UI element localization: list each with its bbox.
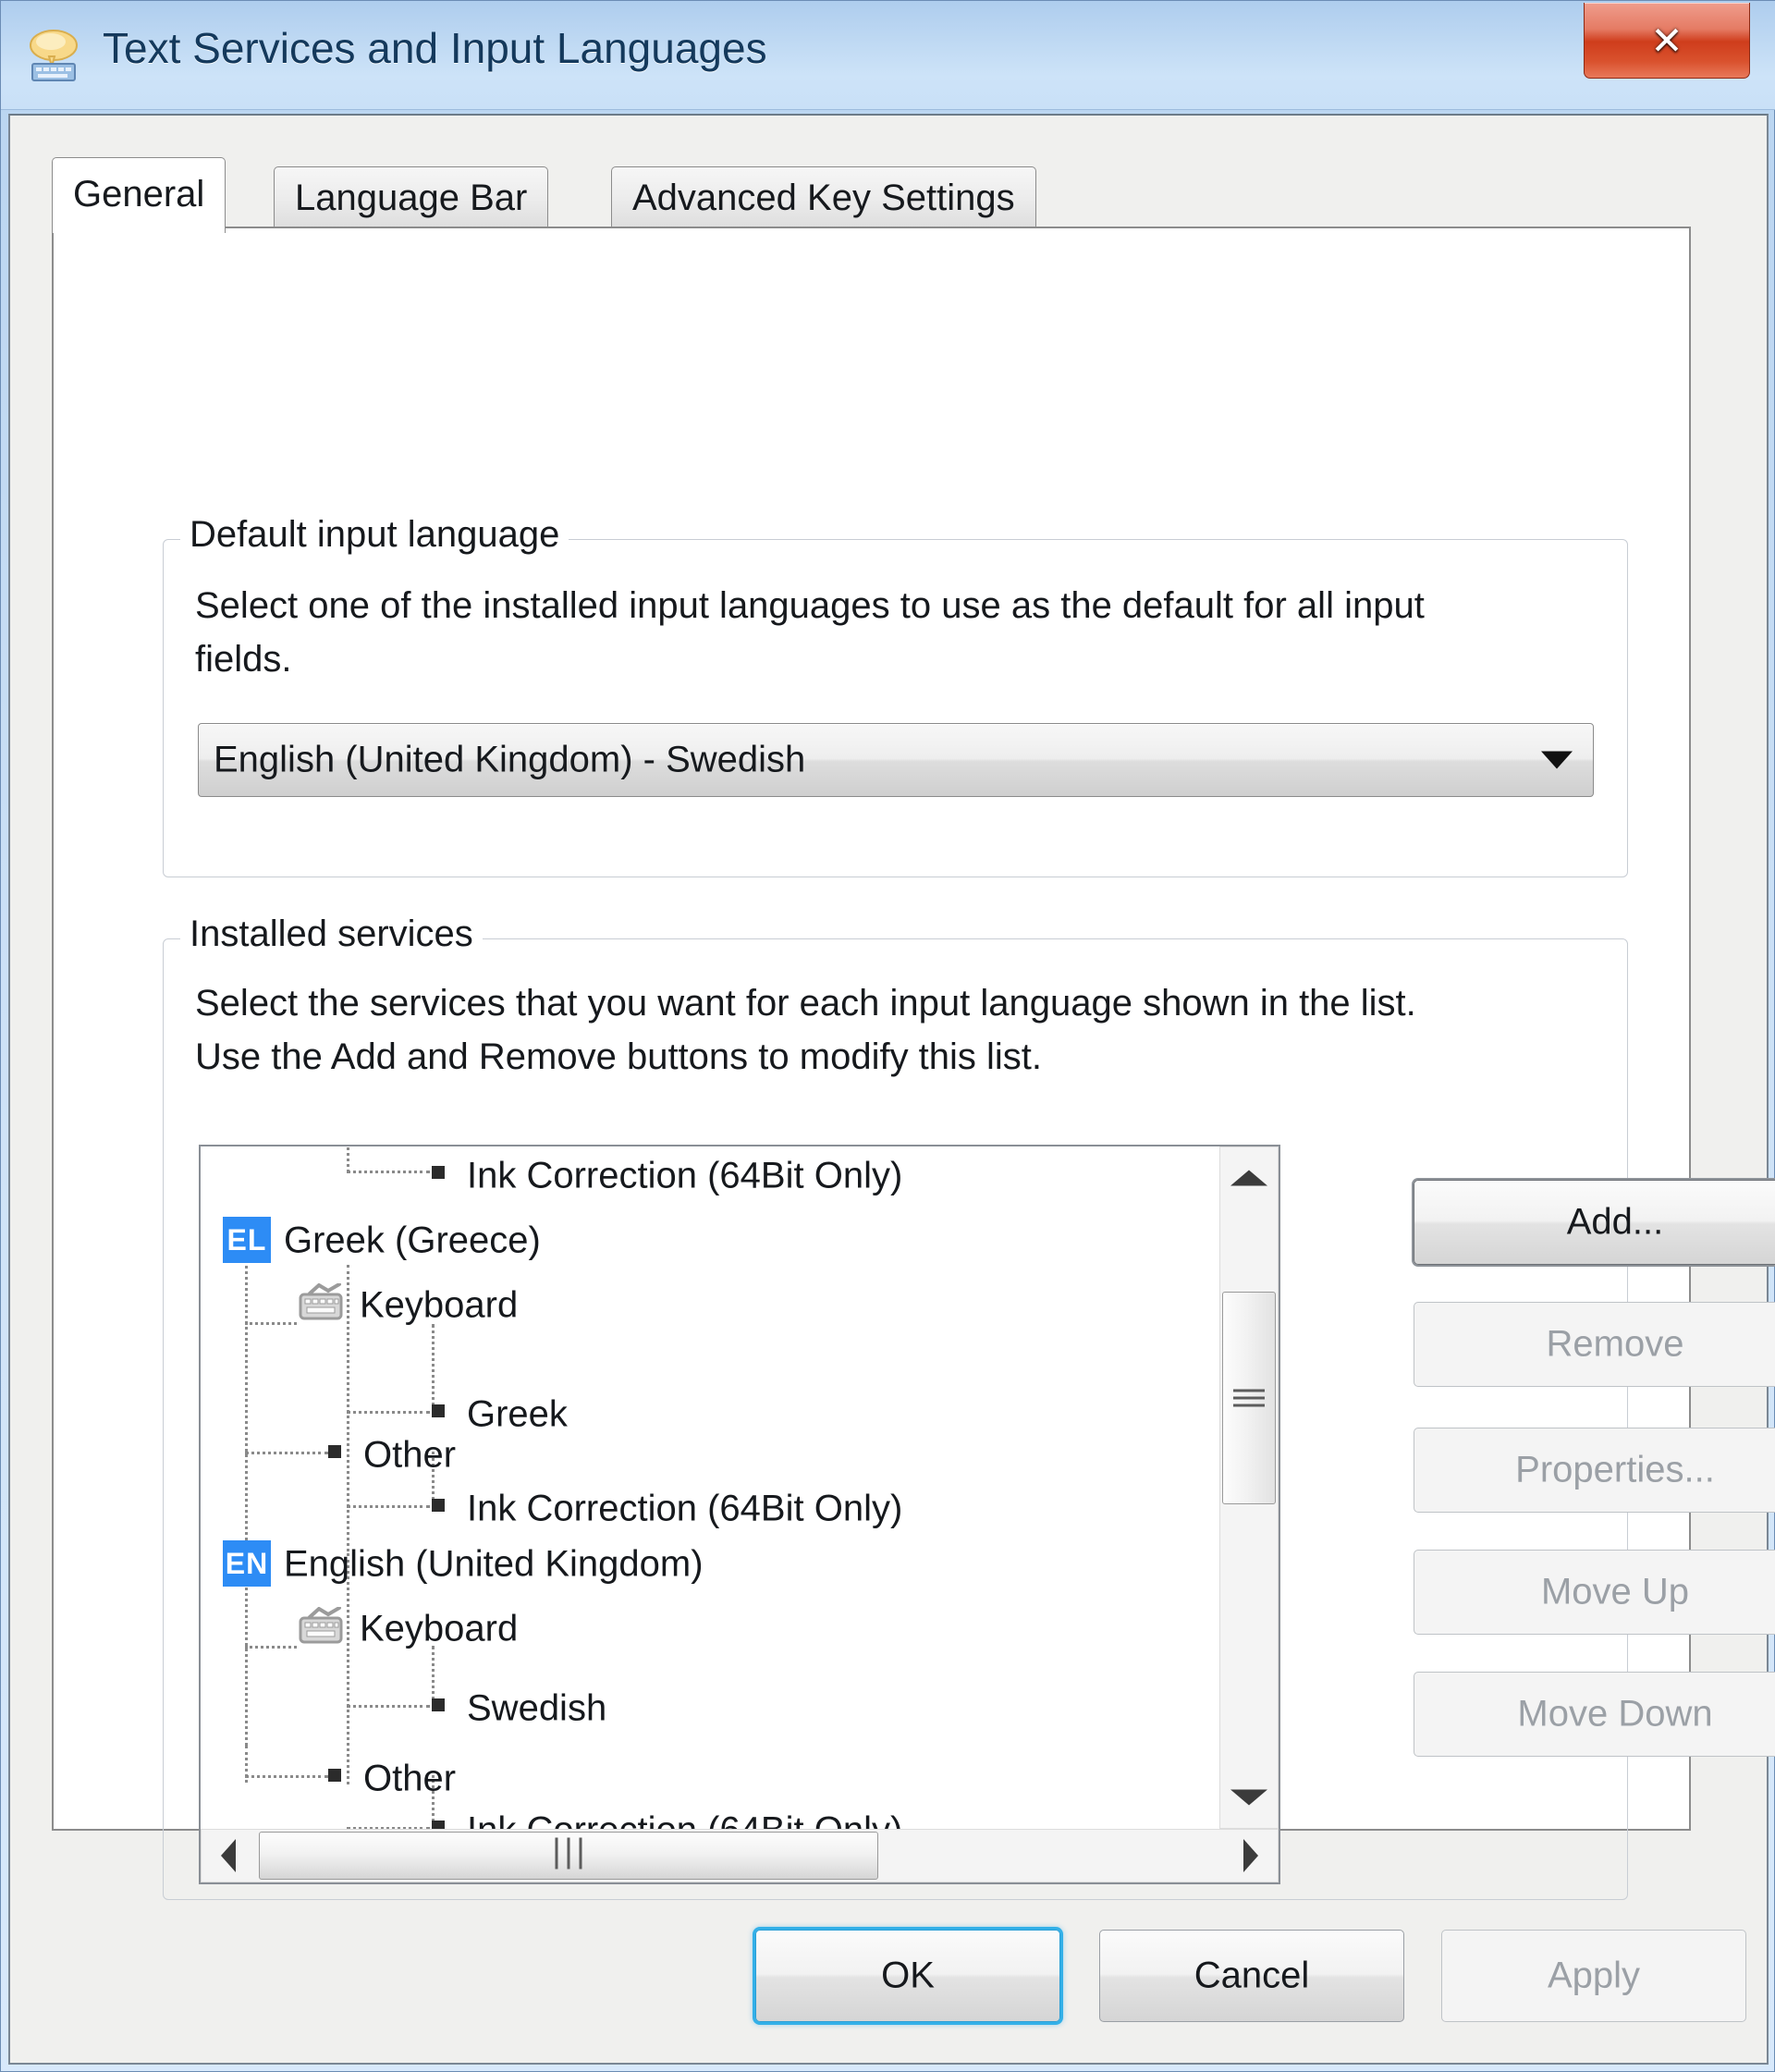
tree-connector (245, 1775, 328, 1778)
bullet-icon (432, 1499, 445, 1513)
ok-button[interactable]: OK (755, 1930, 1060, 2022)
remove-button[interactable]: Remove (1414, 1302, 1775, 1387)
default-language-combobox[interactable]: English (United Kingdom) - Swedish (198, 723, 1594, 797)
dialog-window: Text Services and Input Languages ✕ Gene… (0, 0, 1775, 2072)
tree-connector (347, 1411, 430, 1414)
language-badge-el: EL (223, 1217, 271, 1264)
tree-item[interactable]: Swedish (432, 1674, 606, 1738)
properties-button[interactable]: Properties... (1414, 1428, 1775, 1513)
group-installed-services-legend: Installed services (180, 913, 483, 955)
tree-item-language[interactable]: EL Greek (Greece) (223, 1206, 541, 1270)
bullet-icon (432, 1404, 445, 1418)
dialog-footer: OK Cancel Apply (10, 1854, 1770, 2065)
close-button[interactable]: ✕ (1584, 3, 1750, 79)
language-bar-icon (30, 30, 78, 81)
window-title: Text Services and Input Languages (103, 24, 767, 72)
tab-advanced-key-settings[interactable]: Advanced Key Settings (611, 166, 1036, 231)
group-default-input-language: Default input language Select one of the… (163, 514, 1628, 877)
cancel-button[interactable]: Cancel (1099, 1930, 1404, 2022)
title-bar: Text Services and Input Languages ✕ (1, 1, 1775, 110)
tab-general[interactable]: General (52, 157, 226, 233)
close-icon: ✕ (1650, 18, 1683, 63)
group-default-input-language-legend: Default input language (180, 514, 569, 556)
move-up-button[interactable]: Move Up (1414, 1550, 1775, 1635)
bullet-icon (328, 1769, 341, 1783)
bullet-icon (432, 1821, 445, 1829)
default-language-combobox-value: English (United Kingdom) - Swedish (214, 739, 806, 780)
move-down-button[interactable]: Move Down (1414, 1672, 1775, 1757)
chevron-down-icon (1541, 751, 1573, 769)
tree-connector (245, 1646, 297, 1649)
tree-item[interactable]: Ink Correction (64Bit Only) (432, 1796, 902, 1829)
group-installed-services: Installed services Select the services t… (163, 913, 1775, 1900)
tree-item-keyboard[interactable]: Keyboard (297, 1594, 518, 1659)
tree-item[interactable]: Ink Correction (64Bit Only) (432, 1146, 902, 1206)
installed-services-listview[interactable]: Ink Correction (64Bit Only) EL Greek (Gre… (199, 1145, 1280, 1884)
dialog-content: General Language Bar Advanced Key Settin… (8, 114, 1775, 2065)
scroll-down-button[interactable] (1220, 1767, 1278, 1828)
add-button[interactable]: Add... (1414, 1180, 1775, 1265)
tree-item-language[interactable]: EN English (United Kingdom) (223, 1529, 704, 1594)
bullet-icon (432, 1166, 445, 1180)
tree-connector (245, 1452, 328, 1454)
tree-connector (245, 1232, 248, 1746)
tree-connector (245, 1322, 297, 1325)
vertical-scroll-thumb[interactable] (1222, 1292, 1276, 1504)
apply-button[interactable]: Apply (1441, 1930, 1746, 2022)
arrow-down-icon (1230, 1789, 1267, 1806)
default-language-description-line1: Select one of the installed input langua… (195, 585, 1425, 626)
bullet-icon (432, 1698, 445, 1712)
tab-language-bar[interactable]: Language Bar (274, 166, 549, 231)
scroll-up-button[interactable] (1220, 1147, 1278, 1208)
default-language-description-line2: fields. (195, 639, 292, 680)
keyboard-icon (299, 1283, 343, 1320)
scroll-grip-icon (1233, 1385, 1265, 1412)
tree-connector (347, 1705, 430, 1708)
tree-connector (347, 1146, 349, 1172)
tab-page-general: Default input language Select one of the… (52, 227, 1775, 1900)
tab-strip: General Language Bar Advanced Key Settin… (52, 157, 1691, 233)
bullet-icon (328, 1445, 341, 1459)
tree-item-keyboard[interactable]: Keyboard (297, 1270, 518, 1335)
language-badge-en: EN (223, 1540, 271, 1588)
arrow-up-icon (1230, 1170, 1267, 1186)
keyboard-icon (299, 1607, 343, 1644)
tree-connector (347, 1505, 430, 1508)
installed-services-description-line1: Select the services that you want for ea… (195, 983, 1416, 1024)
installed-services-description-line2: Use the Add and Remove buttons to modify… (195, 1036, 1043, 1077)
tree-connector (347, 1171, 430, 1173)
listview-vertical-scrollbar[interactable] (1219, 1146, 1279, 1829)
installed-services-tree[interactable]: Ink Correction (64Bit Only) EL Greek (Gre… (201, 1146, 1219, 1829)
